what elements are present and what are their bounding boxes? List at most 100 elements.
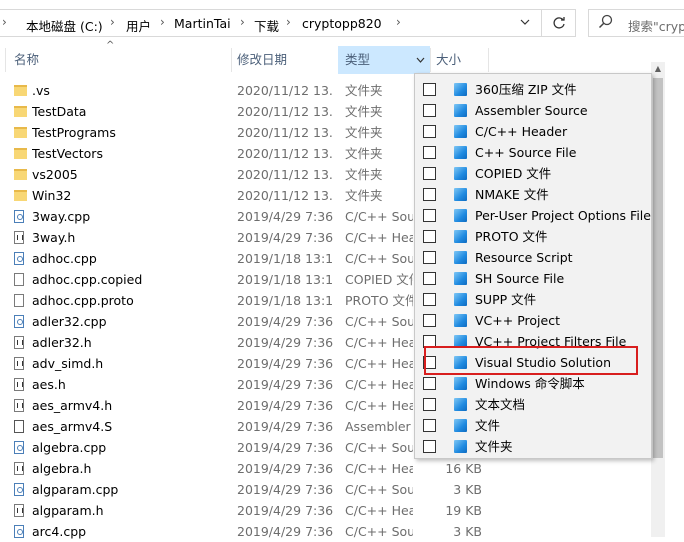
file-row[interactable]: algebra.h 2019/4/29 7:36 C/C++ Hea... 16 KB	[0, 458, 684, 479]
column-header-type[interactable]: 类型	[345, 46, 370, 74]
filter-checkbox[interactable]	[423, 293, 436, 306]
file-name: adv_simd.h	[32, 356, 104, 371]
file-type-icon	[454, 209, 467, 222]
type-filter-label: Assembler Source	[475, 103, 588, 118]
file-name: .vs	[32, 83, 50, 98]
filter-checkbox[interactable]	[423, 125, 436, 138]
file-size: 16 KB	[445, 461, 482, 476]
filter-checkbox[interactable]	[423, 440, 436, 453]
type-filter-option[interactable]: 360压缩 ZIP 文件	[415, 79, 651, 100]
file-type: 文件夹	[345, 146, 383, 161]
breadcrumb-item-martintai[interactable]: MartinTai	[174, 16, 231, 31]
filter-checkbox[interactable]	[423, 251, 436, 264]
type-filter-option[interactable]: VC++ Project	[415, 310, 651, 331]
filter-checkbox[interactable]	[423, 377, 436, 390]
type-filter-option[interactable]: SH Source File	[415, 268, 651, 289]
filter-checkbox[interactable]	[423, 230, 436, 243]
refresh-button[interactable]	[542, 9, 576, 37]
type-filter-option[interactable]: Assembler Source	[415, 100, 651, 121]
column-header-date[interactable]: 修改日期	[237, 46, 287, 74]
type-filter-option[interactable]: 文本文档	[415, 394, 651, 415]
file-row[interactable]: arc4.cpp 2019/4/29 7:36 C/C++ Sourc... 3 KB	[0, 521, 684, 542]
file-modified-date: 2019/4/29 7:36	[237, 440, 333, 455]
folder-icon	[14, 127, 27, 138]
type-filter-option[interactable]: C++ Source File	[415, 142, 651, 163]
header-file-icon	[14, 378, 24, 391]
type-filter-option[interactable]: Per-User Project Options File	[415, 205, 651, 226]
breadcrumb-separator[interactable]: ›	[110, 15, 115, 29]
file-type: C/C++ Sourc...	[345, 440, 413, 455]
type-filter-label: SH Source File	[475, 271, 565, 286]
file-modified-date: 2019/4/29 7:36	[237, 230, 333, 245]
type-filter-label: 360压缩 ZIP 文件	[475, 82, 577, 97]
type-filter-option[interactable]: Resource Script	[415, 247, 651, 268]
column-divider[interactable]	[488, 48, 489, 72]
breadcrumb-separator[interactable]: ›	[160, 15, 165, 29]
chevron-down-icon[interactable]	[520, 18, 530, 26]
search-icon	[598, 14, 613, 29]
column-divider[interactable]	[430, 48, 431, 72]
cpp-file-icon	[14, 441, 24, 454]
breadcrumb-separator[interactable]: ›	[286, 15, 291, 29]
column-divider[interactable]	[231, 48, 232, 72]
type-filter-option[interactable]: 文件夹	[415, 436, 651, 457]
cpp-file-icon	[14, 483, 24, 496]
file-type: C/C++ Hea...	[345, 398, 413, 413]
type-filter-option[interactable]: C/C++ Header	[415, 121, 651, 142]
type-filter-label: C/C++ Header	[475, 124, 568, 139]
file-modified-date: 2019/4/29 7:36	[237, 398, 333, 413]
scrollbar-thumb[interactable]	[653, 78, 663, 458]
type-filter-option[interactable]: NMAKE 文件	[415, 184, 651, 205]
file-size: 3 KB	[453, 524, 482, 539]
file-name: algebra.h	[32, 461, 92, 476]
assembler-file-icon	[14, 420, 24, 433]
file-type: C/C++ Hea...	[345, 377, 413, 392]
cpp-file-icon	[14, 315, 24, 328]
filter-checkbox[interactable]	[423, 146, 436, 159]
file-name: TestPrograms	[32, 125, 116, 140]
type-filter-option[interactable]: PROTO 文件	[415, 226, 651, 247]
filter-checkbox[interactable]	[423, 314, 436, 327]
filter-checkbox[interactable]	[423, 188, 436, 201]
file-type: C/C++ Sourc...	[345, 251, 413, 266]
filter-checkbox[interactable]	[423, 104, 436, 117]
file-row[interactable]: algparam.h 2019/4/29 7:36 C/C++ Hea... 19 K…	[0, 500, 684, 521]
folder-icon	[14, 190, 27, 201]
file-name: Win32	[32, 188, 72, 203]
type-filter-option[interactable]: SUPP 文件	[415, 289, 651, 310]
type-filter-label: C++ Source File	[475, 145, 577, 160]
type-filter-option[interactable]: 文件	[415, 415, 651, 436]
breadcrumb-separator[interactable]: ›	[240, 15, 245, 29]
file-row[interactable]: algparam.cpp 2019/4/29 7:36 C/C++ Sourc...…	[0, 479, 684, 500]
type-filter-option[interactable]: Windows 命令脚本	[415, 373, 651, 394]
filter-checkbox[interactable]	[423, 398, 436, 411]
file-type-icon	[454, 398, 467, 411]
breadcrumb-item-downloads[interactable]: 下载	[254, 16, 279, 35]
breadcrumb-item-users[interactable]: 用户	[126, 16, 151, 35]
filter-checkbox[interactable]	[423, 83, 436, 96]
column-divider[interactable]	[5, 48, 6, 72]
breadcrumb-item-cryptopp820[interactable]: cryptopp820	[302, 16, 382, 31]
file-type-icon	[454, 440, 467, 453]
filter-checkbox[interactable]	[423, 419, 436, 432]
file-type-icon	[454, 419, 467, 432]
header-file-icon	[14, 231, 24, 244]
file-modified-date: 2020/11/12 13...	[237, 167, 333, 182]
file-type-icon	[454, 251, 467, 264]
filter-checkbox[interactable]	[423, 272, 436, 285]
scroll-up-arrow-icon[interactable]: ▲	[651, 62, 665, 76]
breadcrumb-item-local-disk[interactable]: 本地磁盘 (C:)	[26, 16, 103, 35]
type-filter-label: NMAKE 文件	[475, 187, 549, 202]
column-header-name[interactable]: 名称	[14, 46, 39, 74]
type-filter-label: 文本文档	[475, 397, 526, 412]
file-type-icon	[454, 377, 467, 390]
file-modified-date: 2019/1/18 13:15	[237, 272, 333, 287]
column-header-size[interactable]: 大小	[436, 46, 461, 74]
filter-checkbox[interactable]	[423, 167, 436, 180]
column-filter-chevron-icon[interactable]	[416, 57, 425, 64]
type-filter-option[interactable]: COPIED 文件	[415, 163, 651, 184]
file-type-icon	[454, 314, 467, 327]
breadcrumb-separator[interactable]: ›	[396, 15, 401, 29]
filter-checkbox[interactable]	[423, 209, 436, 222]
file-type-icon	[454, 125, 467, 138]
